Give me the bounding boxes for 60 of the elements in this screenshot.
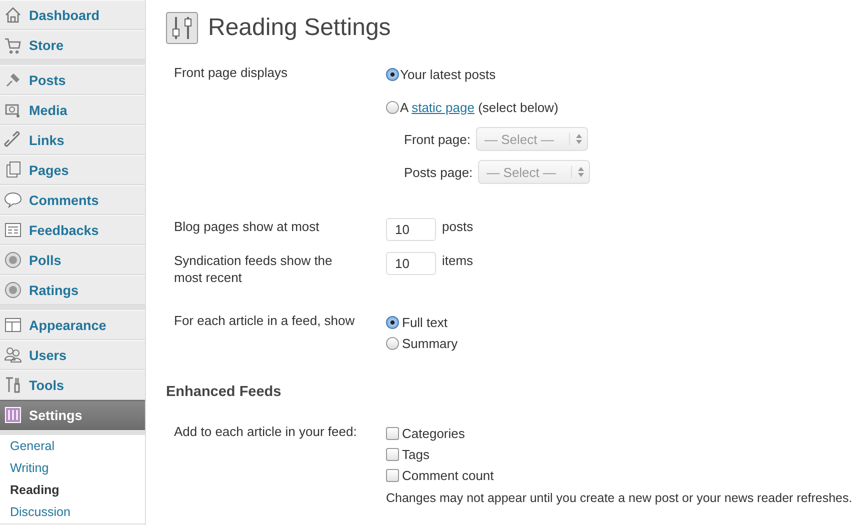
field-label: Front page: — [404, 132, 470, 146]
number-field[interactable]: 10 — [386, 252, 436, 275]
field-label: Front page displays — [174, 64, 288, 82]
menu-item[interactable]: Store — [0, 30, 145, 60]
menu-item[interactable]: Polls — [0, 245, 145, 275]
disc-icon — [4, 251, 22, 269]
section-heading: Enhanced Feeds — [166, 384, 282, 400]
spinner-icon — [570, 166, 585, 178]
pages-icon — [4, 161, 22, 179]
tools-icon — [4, 376, 22, 394]
radio-button[interactable] — [386, 68, 399, 81]
field-label: Blog pages show at most — [174, 218, 320, 236]
static-page-link[interactable]: static page — [412, 100, 474, 115]
unit-label: posts — [442, 219, 474, 234]
settings-icon — [4, 406, 22, 424]
help-text: Changes may not appear until you create a new post or your news reader refreshes. — [386, 491, 854, 505]
submenu-item[interactable]: Writing — [0, 457, 145, 479]
menu-item[interactable]: Posts — [0, 65, 145, 95]
radio-button[interactable] — [386, 316, 399, 329]
menu-item[interactable]: Feedbacks — [0, 215, 145, 245]
submenu-item[interactable]: General — [0, 435, 145, 457]
menu-item[interactable]: Media — [0, 95, 145, 125]
checkbox[interactable] — [386, 469, 399, 482]
option-label: A static page (select below) — [400, 100, 558, 115]
menu-item[interactable]: Dashboard — [0, 0, 145, 30]
speech-bubble-icon — [4, 191, 22, 209]
radio-button[interactable] — [386, 337, 399, 350]
cart-icon — [4, 36, 22, 54]
menu-item[interactable]: Settings — [0, 400, 145, 430]
number-field[interactable]: 10 — [386, 218, 436, 241]
spinner-icon — [568, 133, 582, 145]
menu-item[interactable]: Comments — [0, 185, 145, 215]
checkbox[interactable] — [386, 427, 399, 440]
checkbox[interactable] — [386, 448, 399, 461]
disc-icon — [4, 281, 22, 299]
layout-icon — [4, 316, 22, 334]
menu-item[interactable]: Links — [0, 125, 145, 155]
option-label: Summary — [402, 336, 458, 351]
house-icon — [4, 6, 22, 24]
settings-icon — [166, 12, 198, 44]
checkbox-label: Tags — [402, 447, 430, 462]
checkbox-label: Categories — [402, 426, 465, 441]
menu-item[interactable]: Ratings — [0, 275, 145, 305]
field-label: For each article in a feed, show — [174, 312, 356, 330]
field-label: Syndication feeds show the most recent — [174, 252, 334, 286]
field-label: Add to each article in your feed: — [174, 423, 358, 441]
menu-item[interactable]: Appearance — [0, 310, 145, 340]
menu-item[interactable]: Users — [0, 340, 145, 370]
option-label: Your latest posts — [400, 67, 496, 82]
checkbox-label: Comment count — [402, 468, 494, 483]
option-label: Full text — [402, 315, 448, 330]
page-title: Reading Settings — [208, 14, 391, 42]
menu-item[interactable]: Pages — [0, 155, 145, 185]
field-label: Posts page: — [404, 164, 473, 180]
submenu-item[interactable]: Reading — [0, 479, 145, 501]
unit-label: items — [442, 253, 474, 268]
users-icon — [4, 346, 22, 364]
radio-button[interactable] — [386, 101, 399, 114]
form-icon — [4, 221, 22, 239]
submenu-item[interactable]: Discussion — [0, 501, 145, 523]
